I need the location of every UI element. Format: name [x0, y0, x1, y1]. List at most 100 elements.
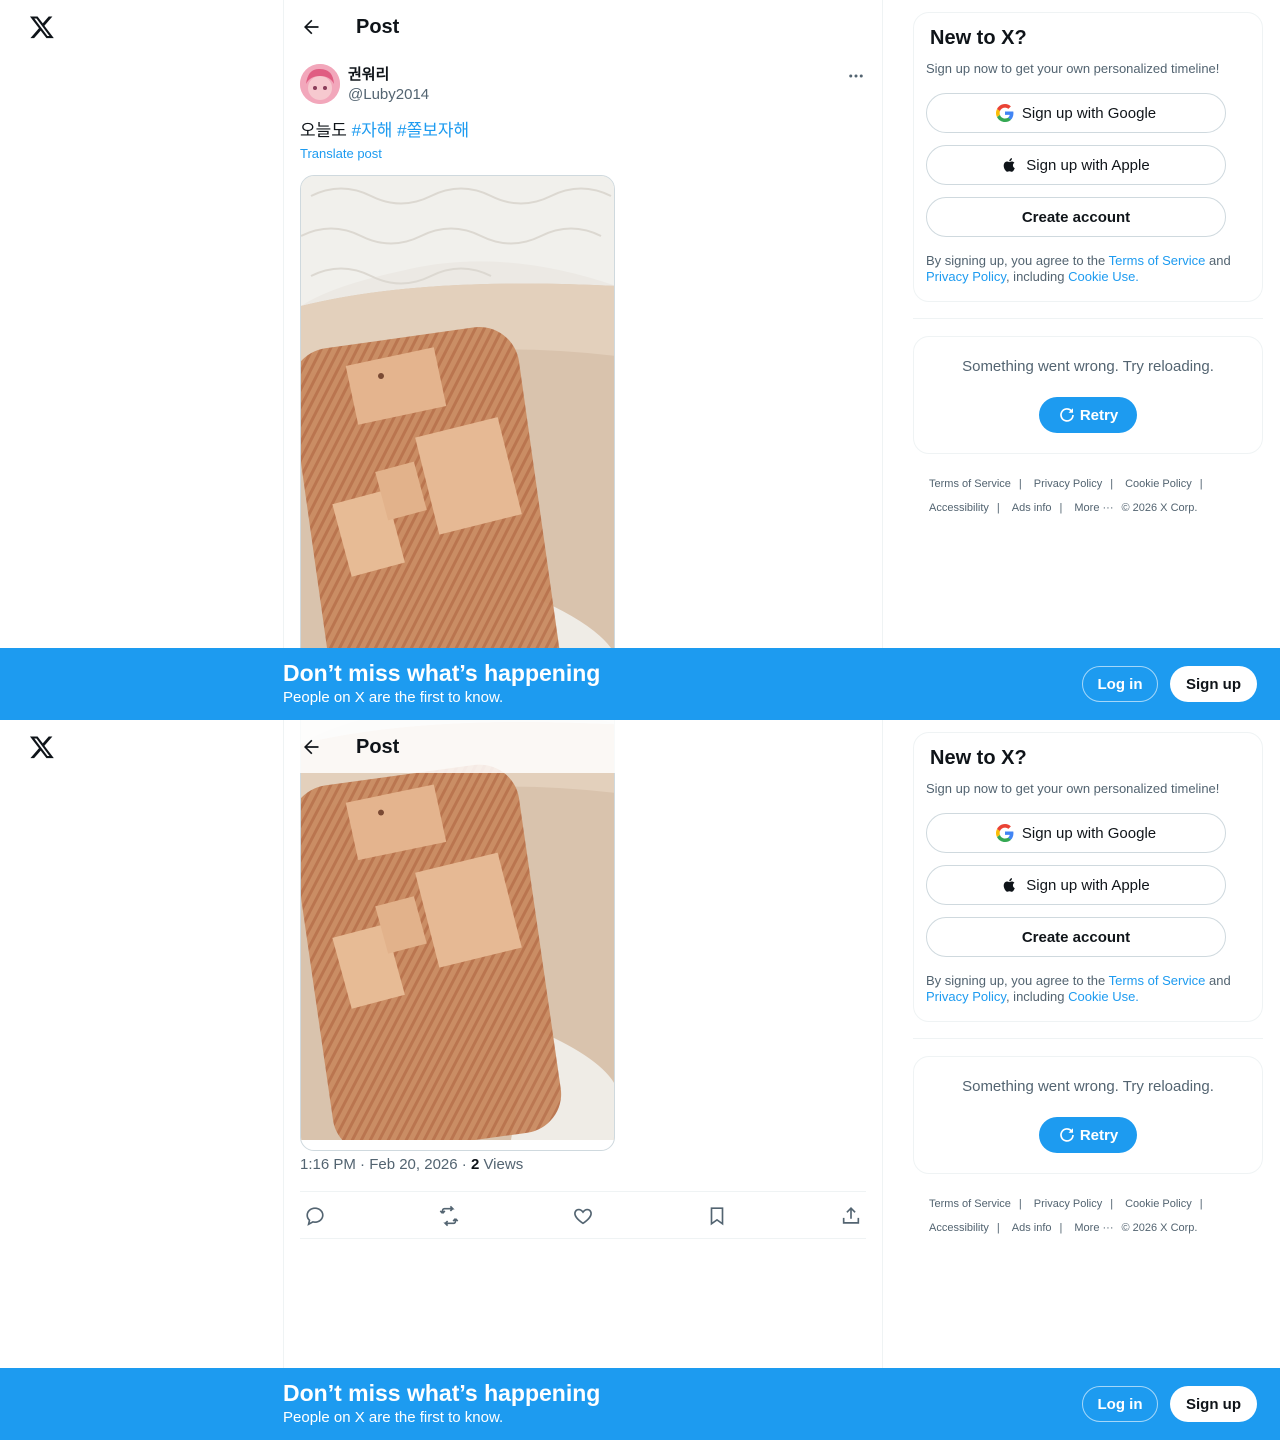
share-icon[interactable]: [838, 1203, 864, 1229]
signup-title: New to X?: [930, 747, 1027, 769]
signup-subtitle: Sign up now to get your own personalized…: [926, 61, 1220, 76]
footer-links: Terms of Service | Privacy Policy | Cookie P…: [929, 478, 1203, 514]
apple-icon: [1003, 158, 1016, 172]
signup-apple-label: Sign up with Apple: [1026, 156, 1150, 174]
footer-accessibility-link[interactable]: Accessibility: [929, 502, 989, 514]
page-title: Post: [356, 16, 400, 38]
post-image[interactable]: [300, 720, 615, 1151]
google-icon: [995, 104, 1014, 122]
footer-more-link[interactable]: More ···: [1074, 1222, 1113, 1234]
legal-text: , including: [1005, 989, 1069, 1004]
like-icon[interactable]: [570, 1203, 596, 1229]
post-timestamp[interactable]: 1:16 PM · Feb 20, 2026 ·: [300, 1156, 471, 1173]
bottom-banner: Don’t miss what’s happening People on X …: [0, 648, 1280, 720]
signup-apple-label: Sign up with Apple: [1026, 876, 1150, 894]
tweet-text-plain: 오늘도: [300, 121, 352, 140]
hashtag-link[interactable]: #자해: [352, 121, 393, 140]
post-header: Post: [284, 0, 882, 53]
google-icon: [995, 824, 1014, 842]
terms-link[interactable]: Terms of Service: [1109, 253, 1206, 268]
footer-tos-link[interactable]: Terms of Service: [929, 478, 1011, 490]
retry-button[interactable]: Retry: [1039, 1117, 1137, 1153]
viewport-top: Post 권워리 @Luby2014 오늘도 #자해 #쫄보자해 Transla…: [0, 0, 1280, 720]
legal-text: and: [1205, 973, 1231, 988]
cookie-link[interactable]: Cookie Use.: [1068, 269, 1139, 284]
page-title: Post: [356, 736, 400, 758]
post-image[interactable]: [300, 175, 615, 710]
footer-copyright: © 2026 X Corp.: [1121, 502, 1198, 514]
banner-subtitle: People on X are the first to know.: [283, 1409, 504, 1426]
back-arrow-icon[interactable]: [298, 14, 324, 40]
x-logo-icon[interactable]: [29, 14, 55, 40]
tweet-text: 오늘도 #자해 #쫄보자해: [300, 120, 469, 142]
refresh-icon: [1060, 408, 1074, 422]
legal-text: and: [1205, 253, 1231, 268]
main-column: Post 권워리 @Luby2014 오늘도 #자해 #쫄보자해 Transla…: [283, 0, 883, 720]
login-button[interactable]: Log in: [1082, 666, 1158, 702]
legal-text: , including: [1005, 269, 1069, 284]
bottom-banner: Don’t miss what’s happening People on X …: [0, 1368, 1280, 1440]
privacy-link[interactable]: Privacy Policy: [926, 269, 1006, 284]
cookie-link[interactable]: Cookie Use.: [1068, 989, 1139, 1004]
hashtag-link[interactable]: #쫄보자해: [397, 121, 469, 140]
error-message: Something went wrong. Try reloading.: [962, 358, 1214, 375]
signup-google-button[interactable]: Sign up with Google: [926, 813, 1226, 853]
signup-apple-button[interactable]: Sign up with Apple: [926, 865, 1226, 905]
retry-button[interactable]: Retry: [1039, 397, 1137, 433]
translate-post-link[interactable]: Translate post: [300, 146, 382, 162]
footer-tos-link[interactable]: Terms of Service: [929, 1198, 1011, 1210]
signup-google-label: Sign up with Google: [1021, 104, 1157, 122]
viewport-bottom: Post 1:16 PM · Feb 20, 2026 · 2 Views Ne…: [0, 720, 1280, 1440]
apple-icon: [1003, 878, 1016, 892]
signup-legal-text: By signing up, you agree to the Terms of…: [926, 973, 1252, 1005]
repost-icon[interactable]: [436, 1203, 462, 1229]
footer-accessibility-link[interactable]: Accessibility: [929, 1222, 989, 1234]
footer-cookie-link[interactable]: Cookie Policy: [1125, 1198, 1192, 1210]
login-button[interactable]: Log in: [1082, 1386, 1158, 1422]
legal-text: By signing up, you agree to the: [926, 973, 1109, 988]
create-account-button[interactable]: Create account: [926, 917, 1226, 957]
error-card: Something went wrong. Try reloading. Ret…: [913, 336, 1263, 454]
views-label: Views: [479, 1156, 524, 1173]
signup-apple-button[interactable]: Sign up with Apple: [926, 145, 1226, 185]
avatar[interactable]: [300, 64, 340, 104]
reply-icon[interactable]: [302, 1203, 328, 1229]
footer-ads-link[interactable]: Ads info: [1012, 502, 1052, 514]
banner-subtitle: People on X are the first to know.: [283, 689, 504, 706]
signup-title: New to X?: [930, 27, 1027, 49]
author-handle[interactable]: @Luby2014: [348, 86, 429, 104]
error-card: Something went wrong. Try reloading. Ret…: [913, 1056, 1263, 1174]
footer-privacy-link[interactable]: Privacy Policy: [1034, 1198, 1102, 1210]
terms-link[interactable]: Terms of Service: [1109, 973, 1206, 988]
footer-links: Terms of Service | Privacy Policy | Cookie P…: [929, 1198, 1203, 1234]
footer-more-link[interactable]: More ···: [1074, 502, 1113, 514]
signup-card: New to X? Sign up now to get your own pe…: [913, 12, 1263, 302]
signup-legal-text: By signing up, you agree to the Terms of…: [926, 253, 1252, 285]
back-arrow-icon[interactable]: [298, 734, 324, 760]
signup-subtitle: Sign up now to get your own personalized…: [926, 781, 1220, 796]
signup-google-label: Sign up with Google: [1021, 824, 1157, 842]
footer-ads-link[interactable]: Ads info: [1012, 1222, 1052, 1234]
refresh-icon: [1060, 1128, 1074, 1142]
footer-copyright: © 2026 X Corp.: [1121, 1222, 1198, 1234]
main-column: Post 1:16 PM · Feb 20, 2026 · 2 Views: [283, 720, 883, 1440]
action-bar: [300, 1191, 866, 1239]
post-meta: 1:16 PM · Feb 20, 2026 · 2 Views: [300, 1156, 523, 1174]
bookmark-icon[interactable]: [704, 1203, 730, 1229]
privacy-link[interactable]: Privacy Policy: [926, 989, 1006, 1004]
signup-button[interactable]: Sign up: [1170, 1386, 1257, 1422]
footer-privacy-link[interactable]: Privacy Policy: [1034, 478, 1102, 490]
x-logo-icon[interactable]: [29, 734, 55, 760]
retry-label: Retry: [1079, 1126, 1119, 1144]
divider: [913, 318, 1263, 319]
divider: [913, 1038, 1263, 1039]
signup-button[interactable]: Sign up: [1170, 666, 1257, 702]
more-options-icon[interactable]: [844, 64, 868, 88]
post-header: Post: [284, 720, 624, 773]
footer-cookie-link[interactable]: Cookie Policy: [1125, 478, 1192, 490]
banner-title: Don’t miss what’s happening: [283, 660, 601, 686]
signup-google-button[interactable]: Sign up with Google: [926, 93, 1226, 133]
signup-card: New to X? Sign up now to get your own pe…: [913, 732, 1263, 1022]
create-account-button[interactable]: Create account: [926, 197, 1226, 237]
author-name[interactable]: 권워리: [348, 66, 389, 84]
